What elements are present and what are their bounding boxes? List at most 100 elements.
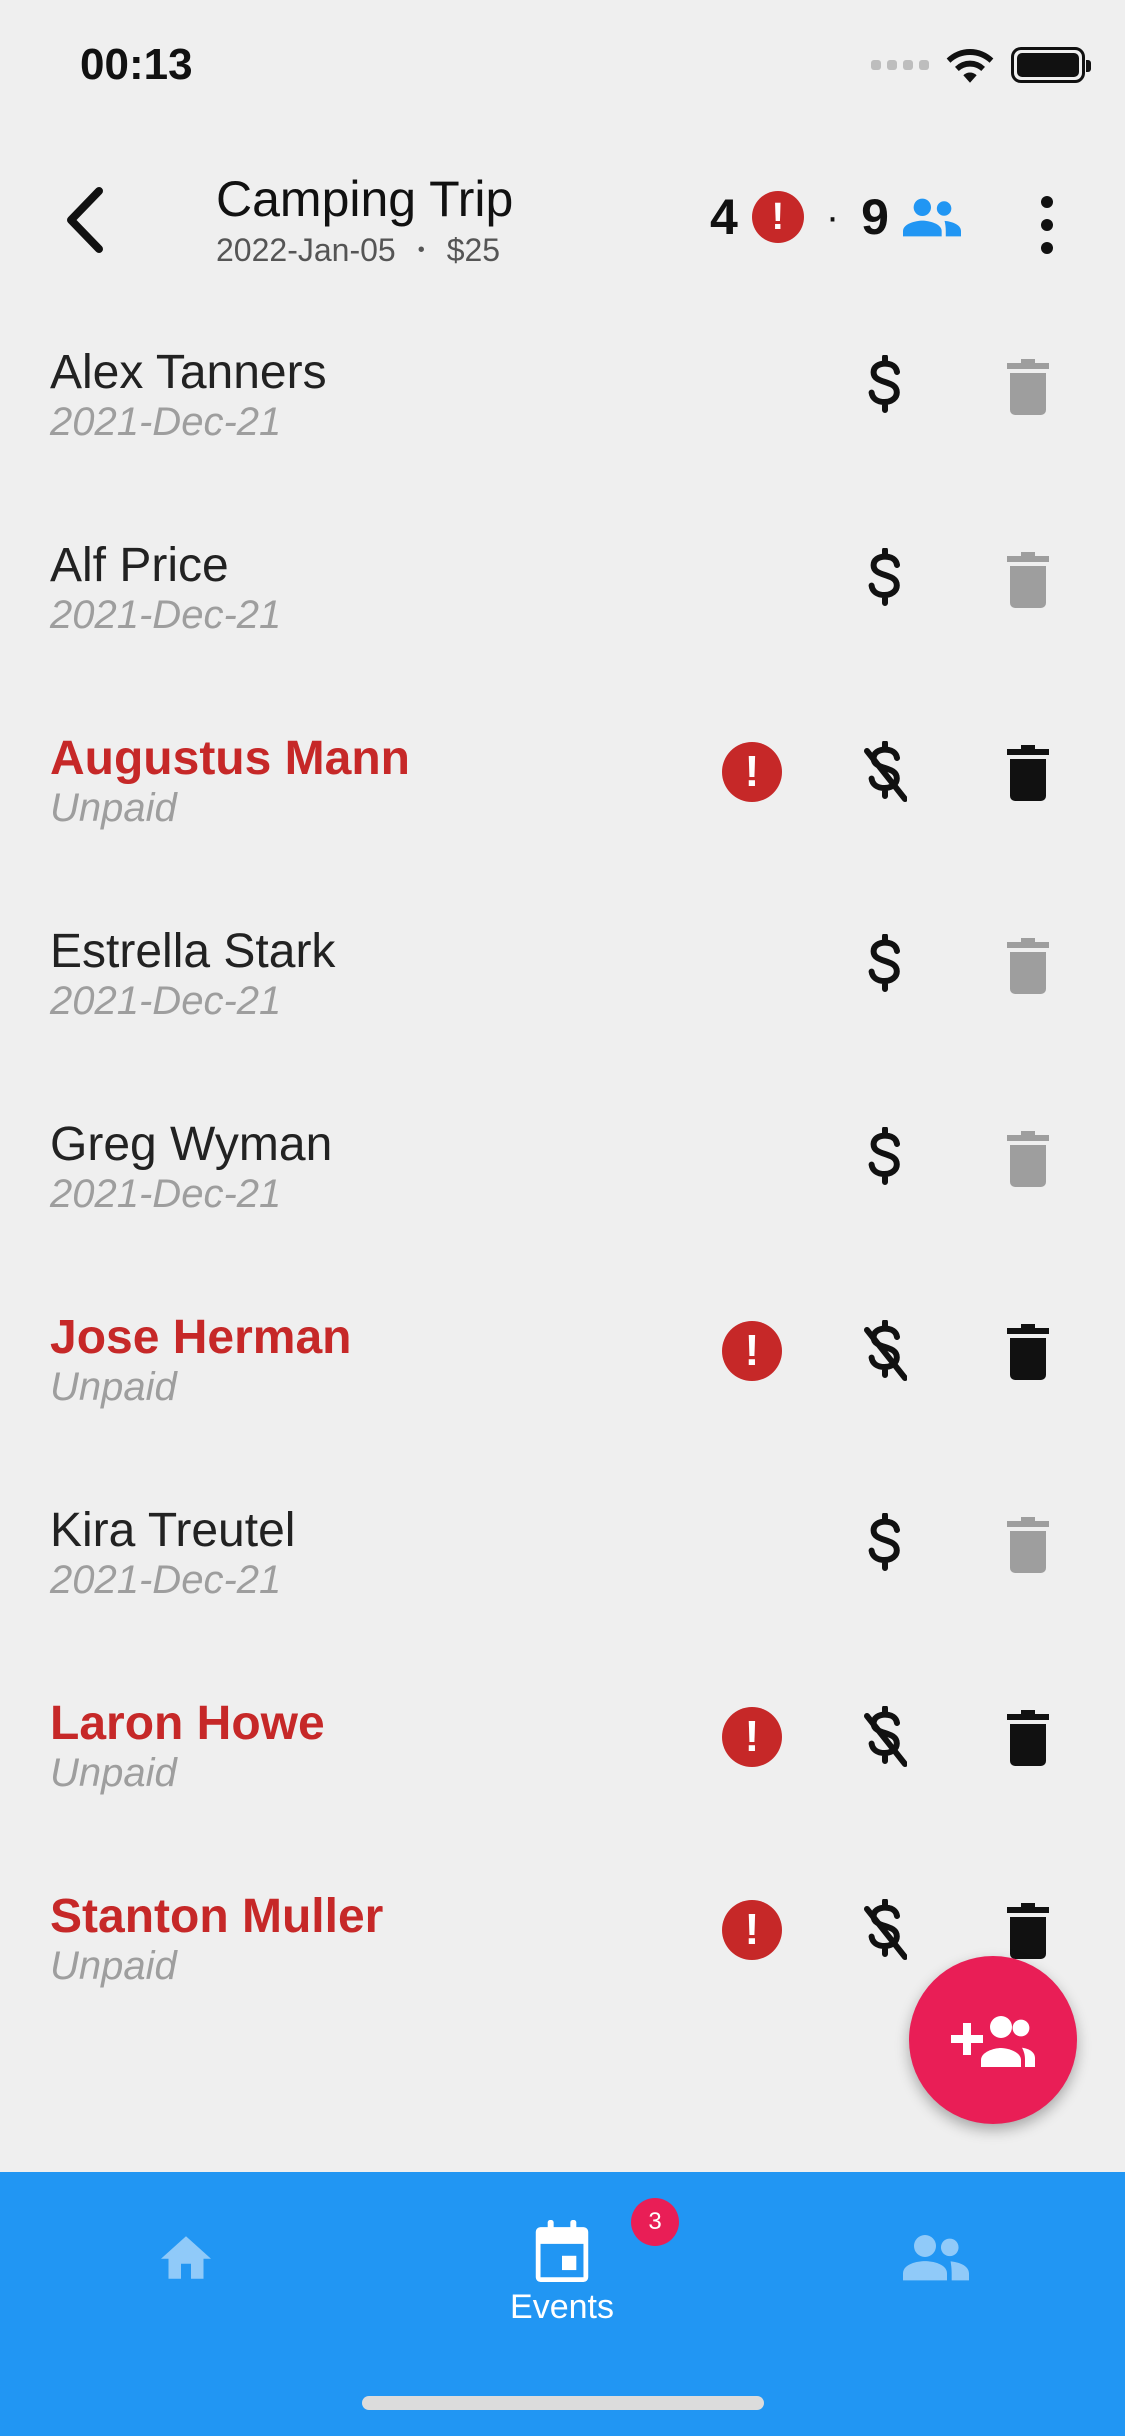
attendee-row[interactable]: Estrella Stark 2021-Dec-21: [0, 879, 1125, 1072]
mark-unpaid-button[interactable]: [850, 1122, 920, 1196]
unpaid-warning-icon: !: [722, 1900, 782, 1960]
attendee-row[interactable]: Jose Herman Unpaid!: [0, 1265, 1125, 1458]
add-group-icon: [951, 2016, 1035, 2067]
trash-icon: [1007, 938, 1049, 994]
events-badge: 3: [631, 2198, 679, 2246]
attendee-name: Augustus Mann: [50, 732, 410, 785]
attendee-payment-status: Unpaid: [50, 1365, 177, 1409]
money-off-icon: [864, 1320, 907, 1381]
mark-unpaid-button[interactable]: [850, 929, 920, 1003]
wifi-icon: [946, 49, 994, 83]
attendee-row[interactable]: Alex Tanners 2021-Dec-21: [0, 300, 1125, 493]
delete-attendee-button: [996, 543, 1060, 617]
attendee-name: Alex Tanners: [50, 346, 327, 399]
bottom-navigation: 3 Events: [0, 2172, 1125, 2436]
attendee-name: Kira Treutel: [50, 1504, 296, 1557]
attendee-name: Estrella Stark: [50, 925, 336, 978]
event-date: 2022-Jan-05: [216, 232, 396, 268]
attendee-payment-status: 2021-Dec-21: [50, 593, 282, 637]
more-options-button[interactable]: [1029, 190, 1065, 260]
add-attendee-button[interactable]: [909, 1956, 1077, 2124]
mark-unpaid-button[interactable]: [850, 1508, 920, 1582]
dollar-icon: [868, 1127, 900, 1185]
mark-paid-button[interactable]: [850, 1894, 920, 1968]
nav-groups[interactable]: [836, 2202, 1036, 2352]
delete-attendee-button: [996, 350, 1060, 424]
signal-icon: [871, 60, 929, 70]
dollar-icon: [868, 934, 900, 992]
attendee-payment-status: 2021-Dec-21: [50, 400, 282, 444]
count-separator: ·: [825, 194, 840, 239]
status-time: 00:13: [80, 40, 193, 89]
attendee-row[interactable]: Greg Wyman 2021-Dec-21: [0, 1072, 1125, 1265]
trash-icon: [1007, 359, 1049, 415]
event-header: Camping Trip 2022-Jan-05 • $25 4 ! · 9: [0, 150, 1125, 290]
attendee-row[interactable]: Laron Howe Unpaid!: [0, 1651, 1125, 1844]
attendee-row[interactable]: Alf Price 2021-Dec-21: [0, 493, 1125, 686]
unpaid-warning-icon: !: [722, 1707, 782, 1767]
delete-attendee-button: [996, 1122, 1060, 1196]
events-label: Events: [510, 2288, 614, 2326]
unpaid-warning-icon: !: [722, 1321, 782, 1381]
status-icons: [871, 46, 1091, 84]
chevron-left-icon: [67, 187, 103, 253]
delete-attendee-button: [996, 1508, 1060, 1582]
dollar-icon: [868, 548, 900, 606]
event-price: $25: [446, 232, 501, 268]
event-subtitle: 2022-Jan-05 • $25: [216, 232, 513, 269]
trash-icon: [1007, 1324, 1049, 1380]
attendee-name: Greg Wyman: [50, 1118, 333, 1171]
home-indicator: [362, 2396, 764, 2410]
warning-icon: !: [751, 191, 804, 243]
status-bar: 00:13: [0, 0, 1125, 140]
attendee-name: Laron Howe: [50, 1697, 325, 1750]
trash-icon: [1007, 1131, 1049, 1187]
event-title-block: Camping Trip 2022-Jan-05 • $25: [216, 170, 513, 269]
attendee-payment-status: Unpaid: [50, 786, 177, 830]
attendee-payment-status: 2021-Dec-21: [50, 1172, 282, 1216]
people-icon: [902, 198, 961, 237]
mark-unpaid-button[interactable]: [850, 543, 920, 617]
home-icon: [161, 2236, 211, 2279]
attendee-list: Alex Tanners 2021-Dec-21 Alf Price 2021-Dec…: [0, 300, 1125, 2037]
delete-attendee-button[interactable]: [996, 736, 1060, 810]
trash-icon: [1007, 745, 1049, 801]
money-off-icon: [864, 1899, 907, 1960]
member-count: 9: [861, 189, 889, 245]
delete-attendee-button[interactable]: [996, 1701, 1060, 1775]
mark-paid-button[interactable]: [850, 736, 920, 810]
money-off-icon: [864, 741, 907, 802]
attendee-payment-status: 2021-Dec-21: [50, 979, 282, 1023]
attendee-row[interactable]: Kira Treutel 2021-Dec-21: [0, 1458, 1125, 1651]
attendee-payment-status: Unpaid: [50, 1944, 177, 1988]
groups-icon: [903, 2235, 969, 2281]
unpaid-count: 4: [710, 189, 738, 245]
trash-icon: [1007, 552, 1049, 608]
unpaid-warning-icon: !: [722, 742, 782, 802]
attendee-name: Stanton Muller: [50, 1890, 384, 1943]
mark-paid-button[interactable]: [850, 1701, 920, 1775]
trash-icon: [1007, 1903, 1049, 1959]
nav-home[interactable]: [86, 2202, 286, 2352]
back-button[interactable]: [50, 180, 120, 260]
mark-unpaid-button[interactable]: [850, 350, 920, 424]
dollar-icon: [868, 1513, 900, 1571]
delete-attendee-button[interactable]: [996, 1315, 1060, 1389]
attendee-name: Alf Price: [50, 539, 229, 592]
trash-icon: [1007, 1710, 1049, 1766]
delete-attendee-button: [996, 929, 1060, 1003]
event-counts: 4 ! · 9: [710, 188, 961, 246]
attendee-row[interactable]: Augustus Mann Unpaid!: [0, 686, 1125, 879]
dollar-icon: [868, 355, 900, 413]
event-title: Camping Trip: [216, 171, 514, 227]
battery-icon: [1011, 47, 1091, 83]
mark-paid-button[interactable]: [850, 1315, 920, 1389]
attendee-name: Jose Herman: [50, 1311, 352, 1364]
attendee-payment-status: 2021-Dec-21: [50, 1558, 282, 1602]
attendee-payment-status: Unpaid: [50, 1751, 177, 1795]
nav-events[interactable]: 3 Events: [462, 2198, 679, 2352]
money-off-icon: [864, 1706, 907, 1767]
trash-icon: [1007, 1517, 1049, 1573]
calendar-icon: [535, 2220, 589, 2282]
subtitle-separator: •: [417, 239, 425, 261]
